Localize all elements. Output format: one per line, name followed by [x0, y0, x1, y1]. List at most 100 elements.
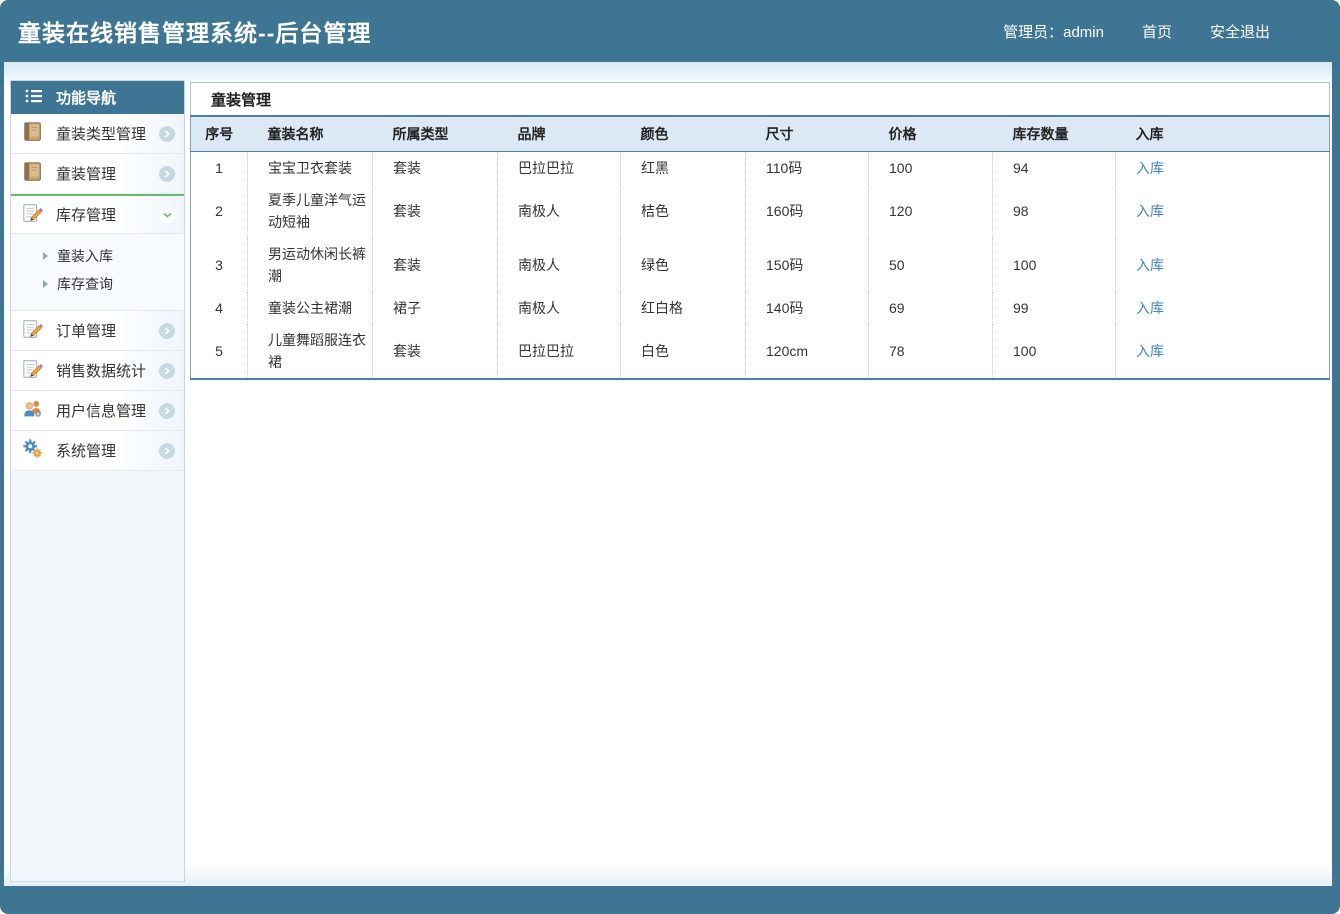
- logout-link[interactable]: 安全退出: [1210, 21, 1270, 42]
- sidebar-item[interactable]: 童装管理: [11, 154, 184, 194]
- users-icon: [22, 398, 44, 424]
- cell: 夏季儿童洋气运动短袖: [248, 184, 373, 238]
- table-row: 3男运动休闲长裤潮套装南极人绿色150码50100入库: [191, 238, 1330, 292]
- sidebar-subitem[interactable]: 童装入库: [11, 242, 184, 270]
- sidebar-subitem[interactable]: 库存查询: [11, 270, 184, 298]
- app-window: 童装在线销售管理系统--后台管理 管理员：admin 首页 安全退出 功能导航 …: [0, 0, 1340, 914]
- sidebar-item[interactable]: 订单管理: [11, 311, 184, 351]
- sidebar-subitem-label: 库存查询: [57, 274, 113, 294]
- cell: 绿色: [621, 238, 746, 292]
- top-header-bar: 童装在线销售管理系统--后台管理 管理员：admin 首页 安全退出: [0, 0, 1340, 62]
- sidebar-item[interactable]: 系统管理: [11, 431, 184, 471]
- cell: 裙子: [373, 292, 498, 324]
- sidebar-nav-title: 功能导航: [56, 87, 116, 108]
- column-header: 童装名称: [248, 116, 373, 151]
- sidebar-subitem-label: 童装入库: [57, 246, 113, 266]
- cell: 男运动休闲长裤潮: [248, 238, 373, 292]
- column-header: 尺寸: [746, 116, 869, 151]
- sidebar-submenu: 童装入库库存查询: [11, 234, 184, 311]
- triangle-right-icon: [43, 252, 48, 260]
- cell: 桔色: [621, 184, 746, 238]
- cell: 巴拉巴拉: [498, 324, 621, 379]
- chevron-right-icon: [159, 363, 175, 379]
- column-header: 所属类型: [373, 116, 498, 151]
- cell: 红黑: [621, 151, 746, 184]
- cell: 120cm: [746, 324, 869, 379]
- cell-index: 4: [191, 292, 248, 324]
- cell-index: 5: [191, 324, 248, 379]
- cell-index: 2: [191, 184, 248, 238]
- chevron-right-icon: [159, 323, 175, 339]
- stock-in-link[interactable]: 入库: [1136, 257, 1164, 273]
- cell: 入库: [1116, 292, 1330, 324]
- sidebar: 功能导航 童装类型管理童装管理库存管理童装入库库存查询订单管理销售数据统计用户信…: [10, 80, 185, 882]
- page-title: 童装管理: [190, 82, 1330, 115]
- gears-icon: [22, 438, 44, 464]
- cell: 入库: [1116, 184, 1330, 238]
- chevron-right-icon: [159, 403, 175, 419]
- sidebar-item[interactable]: 销售数据统计: [11, 351, 184, 391]
- table-row: 5儿童舞蹈服连衣裙套装巴拉巴拉白色120cm78100入库: [191, 324, 1330, 379]
- notepad-pencil-icon: [22, 202, 44, 228]
- column-header: 序号: [191, 116, 248, 151]
- notepad-pencil-icon: [22, 318, 44, 344]
- cell: 南极人: [498, 292, 621, 324]
- footer-bar: [0, 886, 1340, 914]
- home-link[interactable]: 首页: [1142, 21, 1172, 42]
- chevron-right-icon: [159, 166, 175, 182]
- app-title: 童装在线销售管理系统--后台管理: [18, 14, 371, 48]
- table-row: 2夏季儿童洋气运动短袖套装南极人桔色160码12098入库: [191, 184, 1330, 238]
- cell: 150码: [746, 238, 869, 292]
- sidebar-item-label: 订单管理: [56, 320, 116, 341]
- column-header: 品牌: [498, 116, 621, 151]
- cell: 99: [993, 292, 1116, 324]
- book-icon: [22, 161, 44, 187]
- cell: 童装公主裙潮: [248, 292, 373, 324]
- cell: 宝宝卫衣套装: [248, 151, 373, 184]
- table-row: 1宝宝卫衣套装套装巴拉巴拉红黑110码10094入库: [191, 151, 1330, 184]
- cell: 100: [993, 238, 1116, 292]
- table-row: 4童装公主裙潮裙子南极人红白格140码6999入库: [191, 292, 1330, 324]
- notepad-pencil-icon: [22, 358, 44, 384]
- cell: 南极人: [498, 184, 621, 238]
- sidebar-item-label: 用户信息管理: [56, 400, 146, 421]
- products-table: 序号童装名称所属类型品牌颜色尺寸价格库存数量入库 1宝宝卫衣套装套装巴拉巴拉红黑…: [190, 115, 1330, 380]
- sidebar-nav-header: 功能导航: [11, 81, 184, 114]
- table-header: 序号童装名称所属类型品牌颜色尺寸价格库存数量入库: [191, 116, 1330, 151]
- admin-user-label: 管理员：admin: [1003, 21, 1104, 42]
- stock-in-link[interactable]: 入库: [1136, 300, 1164, 316]
- cell: 巴拉巴拉: [498, 151, 621, 184]
- main-content: 童装管理 序号童装名称所属类型品牌颜色尺寸价格库存数量入库 1宝宝卫衣套装套装巴…: [185, 62, 1332, 886]
- cell: 98: [993, 184, 1116, 238]
- sidebar-item-label: 系统管理: [56, 440, 116, 461]
- cell: 110码: [746, 151, 869, 184]
- list-icon: [25, 88, 43, 108]
- cell: 儿童舞蹈服连衣裙: [248, 324, 373, 379]
- sidebar-filler: [11, 471, 184, 881]
- cell: 套装: [373, 184, 498, 238]
- sidebar-items: 童装类型管理童装管理库存管理童装入库库存查询订单管理销售数据统计用户信息管理系统…: [11, 114, 184, 471]
- cell: 100: [869, 151, 993, 184]
- sidebar-item-label: 童装管理: [56, 163, 116, 184]
- sidebar-item[interactable]: 用户信息管理: [11, 391, 184, 431]
- chevron-down-icon: [159, 207, 175, 223]
- book-icon: [22, 121, 44, 147]
- sidebar-item[interactable]: 童装类型管理: [11, 114, 184, 154]
- stock-in-link[interactable]: 入库: [1136, 160, 1164, 176]
- stock-in-link[interactable]: 入库: [1136, 203, 1164, 219]
- cell: 南极人: [498, 238, 621, 292]
- stock-in-link[interactable]: 入库: [1136, 343, 1164, 359]
- sidebar-item[interactable]: 库存管理: [11, 194, 184, 234]
- column-header: 价格: [869, 116, 993, 151]
- cell: 120: [869, 184, 993, 238]
- cell: 白色: [621, 324, 746, 379]
- cell: 入库: [1116, 324, 1330, 379]
- cell: 入库: [1116, 151, 1330, 184]
- cell: 140码: [746, 292, 869, 324]
- column-header: 库存数量: [993, 116, 1116, 151]
- column-header: 入库: [1116, 116, 1330, 151]
- cell: 套装: [373, 238, 498, 292]
- cell: 套装: [373, 151, 498, 184]
- cell-index: 3: [191, 238, 248, 292]
- header-links: 管理员：admin 首页 安全退出: [1003, 21, 1270, 42]
